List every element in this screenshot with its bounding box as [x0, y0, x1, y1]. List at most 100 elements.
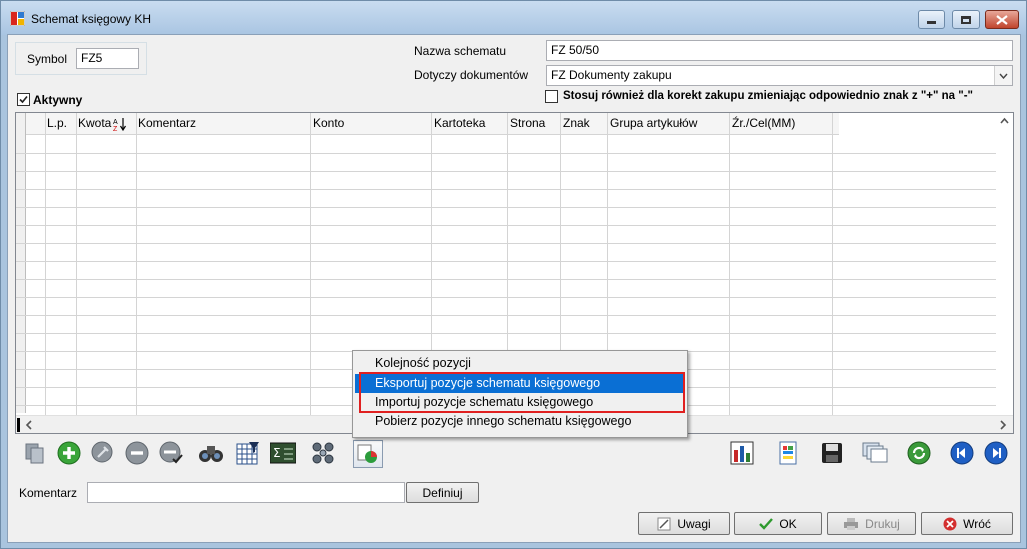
vertical-scrollbar[interactable]	[996, 113, 1013, 416]
back-button[interactable]: Wróć	[921, 512, 1013, 535]
maximize-button[interactable]	[952, 10, 980, 29]
close-icon	[996, 14, 1008, 25]
app-icon	[10, 11, 25, 26]
document-icon	[779, 441, 797, 465]
comment-label: Komentarz	[19, 486, 78, 500]
ok-button[interactable]: OK	[734, 512, 822, 535]
minimize-icon	[927, 21, 936, 24]
row-selector-column	[16, 113, 26, 413]
column-header-grupa-artykulow[interactable]: Grupa artykułów	[609, 113, 698, 135]
comment-input[interactable]	[87, 482, 405, 503]
ok-button-label: OK	[779, 516, 797, 531]
checkmark-icon	[759, 517, 774, 530]
chart-button[interactable]	[729, 440, 755, 466]
notes-button-label: Uwagi	[677, 516, 711, 531]
correction-checkbox[interactable]	[545, 90, 558, 103]
context-menu: Kolejność pozycji Eksportuj pozycje sche…	[352, 350, 688, 438]
window-client-area: Symbol FZ5 Nazwa schematu FZ 50/50 Dotyc…	[7, 34, 1021, 543]
prev-icon	[950, 441, 974, 465]
column-header-zr-cel[interactable]: Źr./Cel(MM)	[731, 113, 796, 135]
column-header-znak[interactable]: Znak	[562, 113, 591, 135]
row-indicator	[17, 418, 20, 432]
sort-az-icon[interactable]: A Z	[113, 117, 127, 132]
check-icon	[19, 95, 28, 104]
symbol-label: Symbol	[27, 52, 68, 66]
scroll-up-icon[interactable]	[996, 113, 1013, 130]
back-button-label: Wróć	[963, 516, 991, 531]
search-button[interactable]	[198, 440, 224, 466]
define-button-label: Definiuj	[422, 485, 463, 500]
active-checkbox[interactable]	[17, 93, 30, 106]
edit-icon	[91, 441, 113, 463]
title-bar: Schemat księgowy KH	[1, 1, 1026, 35]
print-button-label: Drukuj	[865, 516, 900, 531]
menu-item-order-label: Kolejność pozycji	[375, 356, 471, 370]
print-button[interactable]: Drukuj	[827, 512, 916, 535]
schema-name-label: Nazwa schematu	[414, 44, 507, 58]
remove-button[interactable]	[124, 440, 150, 466]
column-header-lp[interactable]: L.p.	[46, 113, 68, 135]
sum-button[interactable]: Σ	[270, 440, 296, 466]
cancel-icon	[943, 517, 957, 530]
refresh-icon	[907, 441, 931, 465]
import-export-button[interactable]	[353, 440, 383, 468]
chevron-down-icon	[999, 73, 1008, 79]
scroll-left-icon[interactable]	[22, 417, 36, 433]
documents-label: Dotyczy dokumentów	[414, 68, 529, 82]
filter-button[interactable]	[235, 440, 261, 466]
save-icon	[822, 443, 842, 463]
svg-text:Z: Z	[113, 126, 118, 132]
column-header-kartoteka[interactable]: Kartoteka	[433, 113, 486, 135]
svg-text:A: A	[113, 119, 118, 126]
next-icon	[984, 441, 1008, 465]
close-button[interactable]	[985, 10, 1019, 29]
import-export-icon	[357, 444, 377, 463]
column-header-strona[interactable]: Strona	[509, 113, 546, 135]
notes-button[interactable]: Uwagi	[638, 512, 730, 535]
copy-icon	[25, 443, 44, 464]
binoculars-icon	[199, 446, 223, 462]
add-icon	[57, 441, 81, 465]
remove-checked-button[interactable]	[158, 440, 184, 466]
documents-select-value: FZ Dokumenty zakupu	[551, 68, 672, 82]
column-header-konto[interactable]: Konto	[312, 113, 345, 135]
window-title: Schemat księgowy KH	[31, 12, 152, 26]
minimize-button[interactable]	[918, 10, 945, 29]
maximize-icon	[961, 15, 971, 24]
svg-text:Σ: Σ	[273, 446, 281, 460]
molecule-icon	[312, 442, 334, 464]
documents-select[interactable]: FZ Dokumenty zakupu	[546, 65, 1013, 86]
remove-checked-icon	[159, 441, 183, 464]
notes-icon	[657, 517, 671, 530]
previous-button[interactable]	[949, 440, 975, 466]
save-button[interactable]	[819, 440, 845, 466]
table-filter-icon	[236, 442, 259, 465]
next-button[interactable]	[983, 440, 1009, 466]
chart-icon	[730, 441, 754, 465]
define-button[interactable]: Definiuj	[406, 482, 479, 503]
scroll-right-icon[interactable]	[996, 417, 1010, 433]
dropdown-button[interactable]	[994, 66, 1012, 85]
main-window: Schemat księgowy KH Symbol FZ5 Nazwa sch…	[0, 0, 1027, 549]
windows-icon	[862, 442, 888, 463]
column-header-kwota[interactable]: Kwota	[77, 113, 112, 135]
symbol-input[interactable]: FZ5	[76, 48, 139, 69]
edit-button[interactable]	[90, 440, 116, 466]
correction-label: Stosuj również dla korekt zakupu zmienia…	[563, 90, 974, 102]
printer-icon	[844, 517, 859, 530]
menu-item-fetch-other[interactable]: Pobierz pozycje innego schematu księgowe…	[355, 412, 685, 431]
refresh-button[interactable]	[906, 440, 932, 466]
menu-item-order[interactable]: Kolejność pozycji	[355, 354, 685, 373]
relations-button[interactable]	[310, 440, 336, 466]
document-button[interactable]	[775, 440, 801, 466]
menu-item-fetch-other-label: Pobierz pozycje innego schematu księgowe…	[375, 414, 632, 428]
copy-button[interactable]	[22, 440, 48, 466]
column-header-komentarz[interactable]: Komentarz	[137, 113, 197, 135]
highlight-box	[359, 372, 685, 413]
add-button[interactable]	[56, 440, 82, 466]
schema-name-input[interactable]: FZ 50/50	[546, 40, 1013, 61]
windows-button[interactable]	[862, 440, 888, 466]
remove-icon	[125, 441, 149, 465]
active-label: Aktywny	[33, 93, 83, 107]
sum-icon: Σ	[270, 442, 296, 464]
